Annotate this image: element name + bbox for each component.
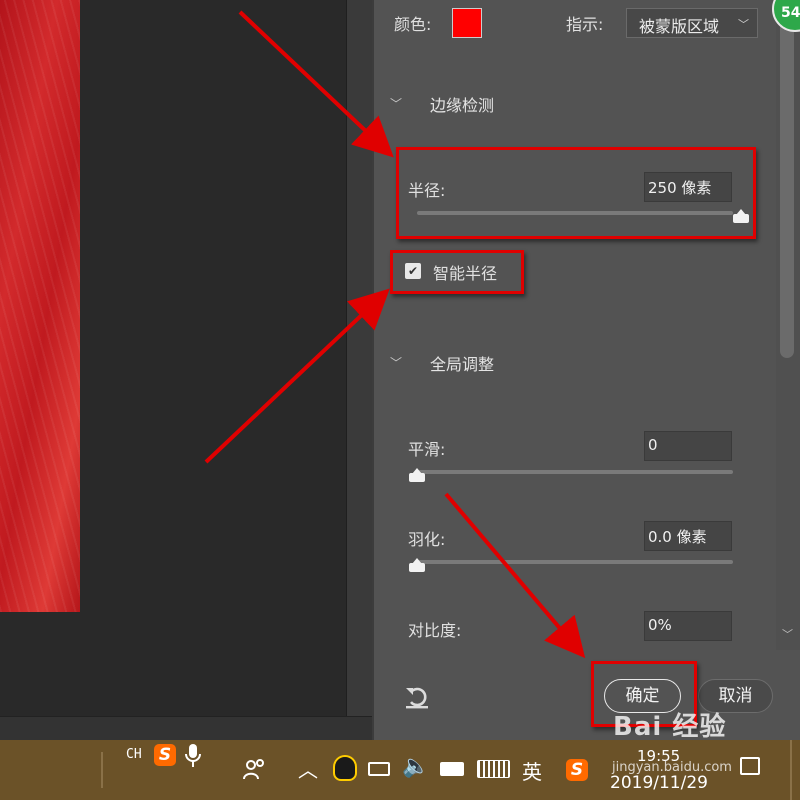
feather-slider-track[interactable] — [417, 560, 733, 564]
canvas-scrollbar[interactable] — [346, 0, 372, 716]
color-swatch[interactable] — [452, 8, 482, 38]
clock-date[interactable]: 2019/11/29 — [610, 773, 708, 793]
qq-icon[interactable] — [333, 755, 357, 781]
canvas-area[interactable] — [0, 0, 346, 716]
sogou-tray-icon[interactable]: S — [566, 759, 588, 781]
contrast-field[interactable]: 0% — [644, 611, 732, 641]
image-preview — [0, 0, 80, 612]
view-mode-value: 被蒙版区域 — [639, 17, 720, 36]
chevron-down-icon[interactable]: ﹀ — [390, 354, 402, 371]
highlight-radius — [396, 147, 756, 239]
section-edge-detection[interactable]: 边缘检测 — [430, 92, 494, 116]
feather-label: 羽化: — [408, 530, 446, 549]
keyboard-icon[interactable] — [477, 760, 510, 778]
canvas-status-strip — [0, 716, 372, 740]
notification-icon[interactable] — [740, 757, 760, 775]
smooth-slider-handle[interactable] — [409, 468, 425, 482]
smooth-field[interactable]: 0 — [644, 431, 732, 461]
dolby-icon[interactable] — [440, 762, 464, 776]
chevron-down-icon: ﹀ — [738, 18, 749, 31]
feather-slider-handle[interactable] — [409, 558, 425, 572]
sogou-ime-icon[interactable]: S — [154, 744, 176, 766]
highlight-smart-radius — [390, 250, 524, 294]
section-global-refine[interactable]: 全局调整 — [430, 351, 494, 375]
ime-mode[interactable]: 英 — [522, 756, 542, 785]
taskbar-separator — [101, 752, 103, 788]
color-label: 颜色: — [394, 15, 432, 34]
watermark-url: jingyan.baidu.com — [612, 760, 732, 775]
reset-icon[interactable] — [403, 684, 431, 710]
feather-field[interactable]: 0.0 像素 — [644, 521, 732, 551]
show-desktop-button[interactable] — [790, 740, 792, 800]
input-lang[interactable]: CH — [126, 747, 142, 762]
panel-scrollbar-thumb[interactable] — [780, 0, 794, 358]
view-mode-select[interactable]: 被蒙版区域 ﹀ — [626, 8, 758, 38]
speaker-icon[interactable]: 🔈 — [402, 754, 429, 779]
smooth-label: 平滑: — [408, 440, 446, 459]
chevron-down-icon[interactable]: ﹀ — [390, 95, 402, 112]
baidu-watermark: Bai 经验 — [613, 712, 727, 742]
power-icon[interactable] — [368, 762, 390, 776]
smooth-slider-track[interactable] — [417, 470, 733, 474]
microphone-icon[interactable] — [184, 743, 202, 769]
view-label: 指示: — [566, 15, 604, 34]
scroll-down-icon[interactable]: ﹀ — [782, 626, 793, 642]
chevron-up-icon[interactable]: ︿ — [298, 754, 318, 783]
contrast-label: 对比度: — [408, 621, 462, 640]
people-icon[interactable] — [242, 757, 268, 781]
